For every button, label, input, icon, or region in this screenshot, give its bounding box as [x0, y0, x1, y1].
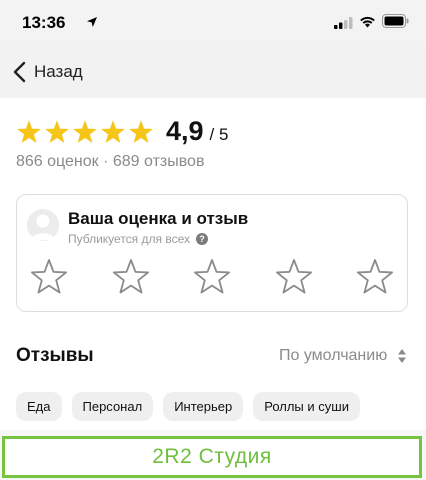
- card-title: Ваша оценка и отзыв: [68, 209, 249, 228]
- chevron-left-icon: [13, 61, 26, 83]
- star-empty-icon[interactable]: [111, 257, 151, 297]
- sort-arrows-icon: [398, 349, 407, 363]
- star-empty-icon[interactable]: [274, 257, 314, 297]
- back-label: Назад: [34, 62, 83, 81]
- filter-chip[interactable]: Персонал: [71, 392, 154, 421]
- reviews-heading: Отзывы: [16, 345, 94, 366]
- back-button[interactable]: Назад: [12, 58, 83, 86]
- status-time: 13:36: [22, 13, 66, 32]
- star-filled-icon: [129, 119, 153, 143]
- watermark-text: 2R2 Студия: [152, 445, 272, 468]
- ratings-reviews-count: 866 оценок · 689 отзывов: [16, 153, 205, 170]
- location-arrow-icon: [87, 17, 97, 27]
- rating-value: 4,9: [166, 116, 204, 146]
- wifi-icon: [360, 16, 375, 28]
- star-empty-icon[interactable]: [192, 257, 232, 297]
- star-filled-icon: [73, 119, 97, 143]
- filter-chip[interactable]: Интерьер: [163, 392, 244, 421]
- star-empty-icon[interactable]: [355, 257, 395, 297]
- status-bar: 13:36: [0, 0, 426, 44]
- user-avatar-icon: [31, 214, 55, 240]
- filter-chips: Еда Персонал Интерьер Роллы и суши: [16, 392, 360, 421]
- card-subtitle: Публикуется для всех ?: [68, 232, 209, 246]
- signal-icon: [334, 17, 353, 29]
- star-empty-icon[interactable]: [29, 257, 69, 297]
- card-subtitle-text: Публикуется для всех: [68, 232, 191, 246]
- rating-max: / 5: [209, 124, 229, 144]
- star-filled-icon: [45, 119, 69, 143]
- your-review-card[interactable]: Ваша оценка и отзыв Публикуется для всех…: [16, 194, 408, 312]
- overall-rating: 4,9 / 5: [16, 116, 228, 147]
- rating-stars: [16, 119, 154, 145]
- sort-dropdown[interactable]: По умолчанию: [279, 347, 407, 365]
- avatar: [27, 209, 59, 241]
- filter-chip[interactable]: Роллы и суши: [253, 392, 360, 421]
- star-filled-icon: [101, 119, 125, 143]
- battery-icon: [382, 14, 409, 28]
- star-filled-icon: [17, 119, 41, 143]
- help-icon[interactable]: ?: [196, 233, 209, 245]
- filter-chip[interactable]: Еда: [16, 392, 62, 421]
- nav-bar: Назад: [0, 44, 426, 98]
- watermark-banner: 2R2 Студия: [2, 436, 422, 478]
- sort-label: По умолчанию: [279, 347, 388, 364]
- rate-stars: [29, 257, 395, 297]
